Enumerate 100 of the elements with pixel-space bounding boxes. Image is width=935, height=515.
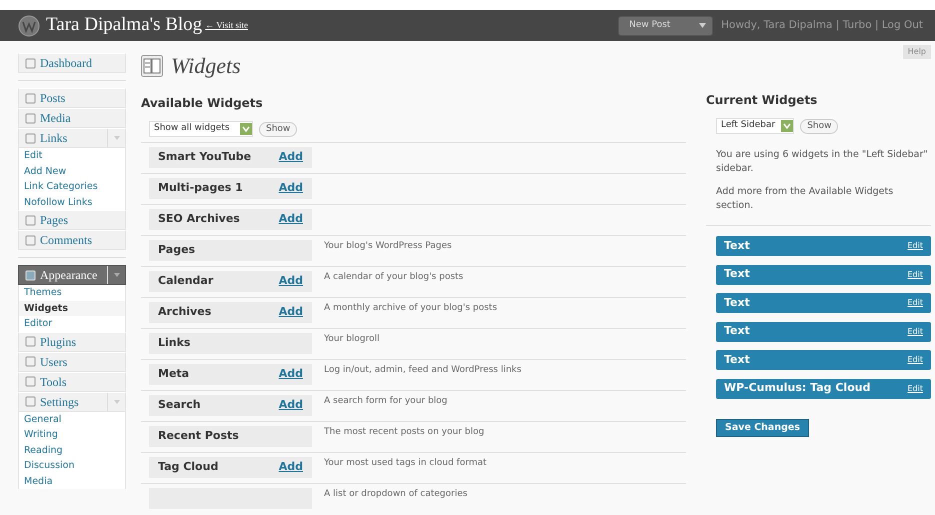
submenu-item[interactable]: Discussion <box>19 458 125 474</box>
add-link[interactable]: Add <box>278 459 303 476</box>
add-link[interactable]: Add <box>278 397 303 414</box>
save-changes-button[interactable]: Save Changes <box>716 419 810 438</box>
header-link[interactable]: Turbo <box>842 18 872 31</box>
menu-icon <box>25 132 36 144</box>
menu-item[interactable]: Posts <box>18 88 126 108</box>
widget-description: A list or dropdown of categories <box>324 488 468 501</box>
widget-description: Your most used tags in cloud format <box>324 457 487 470</box>
widget-tile[interactable]: Pages <box>149 240 312 261</box>
menu-icon <box>25 92 36 104</box>
edit-link[interactable]: Edit <box>908 354 923 366</box>
page-title: Widgets <box>171 52 241 80</box>
widget-description: The most recent posts on your blog <box>324 426 484 439</box>
new-post-button[interactable]: New Post <box>618 16 714 36</box>
info-text: You are using 6 widgets in the "Left Sidebar" sidebar. <box>716 148 929 176</box>
show-button[interactable]: Show <box>259 122 298 136</box>
submenu-item[interactable]: Editor <box>19 316 125 332</box>
widget-filter-select[interactable]: Show all widgets <box>149 121 253 137</box>
widget-tile[interactable]: SEO Archives Add <box>149 209 312 230</box>
divider: | <box>836 18 840 31</box>
menu-icon <box>25 214 36 226</box>
widget-tile[interactable]: Tag Cloud Add <box>149 457 312 478</box>
info-text: Add more from the Available Widgets section. <box>716 184 894 213</box>
section-heading: Current Widgets <box>706 92 818 109</box>
menu-item[interactable]: Settings <box>18 392 126 412</box>
widget-description: Your blogroll <box>324 333 380 346</box>
submenu-item[interactable]: Link Categories <box>19 179 125 194</box>
greeting-text: Howdy, <box>721 18 760 31</box>
current-widget-bar[interactable]: WP-Cumulus: Tag Cloud Edit <box>716 378 931 398</box>
menu-item[interactable]: Appearance <box>18 265 126 285</box>
menu-icon <box>25 396 36 407</box>
widget-description: A monthly archive of your blog's posts <box>324 302 498 315</box>
submenu-item[interactable]: Reading <box>19 442 125 458</box>
widget-tile[interactable]: Calendar Add <box>149 271 312 292</box>
submenu-item[interactable]: Writing <box>19 427 125 442</box>
submenu-item[interactable]: Media <box>19 474 125 489</box>
submenu-item[interactable]: Edit <box>19 148 125 164</box>
edit-link[interactable]: Edit <box>908 326 923 338</box>
dropdown-icon <box>240 123 252 135</box>
sidebar-select[interactable]: Left Sidebar <box>716 118 794 134</box>
add-link[interactable]: Add <box>278 211 303 228</box>
submenu-item[interactable]: Nofollow Links <box>19 194 125 210</box>
widget-tile[interactable]: Search Add <box>149 395 312 416</box>
widget-tile[interactable]: Smart YouTube Add <box>149 147 312 168</box>
add-link[interactable]: Add <box>278 149 303 166</box>
submenu-item[interactable]: Add New <box>19 164 125 179</box>
widget-description: Log in/out, admin, feed and WordPress links <box>324 364 522 377</box>
menu-item[interactable]: Media <box>18 108 126 128</box>
submenu-item[interactable]: Widgets <box>19 300 125 316</box>
current-widget-bar[interactable]: Text Edit <box>716 293 931 313</box>
widget-tile[interactable]: Archives Add <box>149 302 312 323</box>
caret-icon <box>114 400 120 404</box>
widget-tile[interactable]: Meta Add <box>149 364 312 385</box>
submenu-item[interactable]: General <box>19 412 125 427</box>
menu-item[interactable]: Dashboard <box>18 53 126 73</box>
widget-description: A search form for your blog <box>324 395 448 408</box>
menu-item[interactable]: Pages <box>18 210 126 230</box>
widget-tile[interactable]: Links <box>149 333 312 354</box>
menu-item[interactable]: Users <box>18 352 126 372</box>
show-button[interactable]: Show <box>800 118 838 134</box>
current-widget-bar[interactable]: Text Edit <box>716 264 931 284</box>
menu-item[interactable]: Tools <box>18 372 126 392</box>
widget-tile[interactable]: Multi-pages 1 Add <box>149 178 312 199</box>
site-title: Tara Dipalma's Blog <box>46 13 202 38</box>
edit-link[interactable]: Edit <box>908 297 923 309</box>
section-heading: Available Widgets <box>141 95 264 112</box>
divider: | <box>874 18 879 31</box>
visit-site-link[interactable]: ← Visit site <box>205 18 248 32</box>
menu-icon <box>25 336 36 347</box>
submenu-item[interactable]: Themes <box>19 285 125 300</box>
add-link[interactable]: Add <box>278 273 303 290</box>
widget-description: Your blog's WordPress Pages <box>324 240 452 253</box>
caret-icon <box>114 273 120 277</box>
menu-icon <box>25 234 36 246</box>
menu-item[interactable]: Links <box>18 128 126 148</box>
menu-icon <box>25 376 36 387</box>
header-link[interactable]: Log Out <box>882 18 923 31</box>
menu-icon <box>25 58 36 68</box>
widget-description: A calendar of your blog's posts <box>324 271 464 284</box>
help-button[interactable]: Help <box>902 45 931 59</box>
user-link[interactable]: Tara Dipalma <box>764 18 832 31</box>
add-link[interactable]: Add <box>278 366 303 383</box>
add-link[interactable]: Add <box>278 304 303 321</box>
logo-icon <box>18 14 40 36</box>
menu-item[interactable]: Comments <box>18 230 126 250</box>
menu-icon <box>25 270 36 280</box>
menu-icon <box>25 112 36 124</box>
add-link[interactable]: Add <box>278 180 303 197</box>
caret-icon <box>114 136 120 140</box>
edit-link[interactable]: Edit <box>908 240 923 252</box>
current-widget-bar[interactable]: Text Edit <box>716 322 931 342</box>
widget-tile[interactable]: Recent Posts <box>149 426 312 447</box>
current-widget-bar[interactable]: Text Edit <box>716 236 931 256</box>
caret-icon <box>699 23 706 28</box>
current-widget-bar[interactable]: Text Edit <box>716 350 931 370</box>
menu-item[interactable]: Plugins <box>18 332 126 352</box>
edit-link[interactable]: Edit <box>908 268 923 280</box>
edit-link[interactable]: Edit <box>908 382 923 394</box>
dropdown-icon <box>781 120 794 132</box>
